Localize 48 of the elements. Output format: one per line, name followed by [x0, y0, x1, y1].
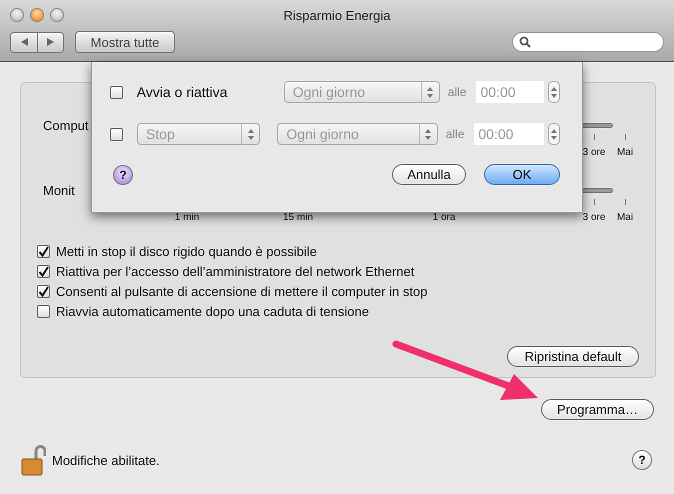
checkbox[interactable] [37, 245, 50, 258]
time-stepper[interactable] [548, 123, 560, 145]
option-label: Riattiva per l’accesso dell’amministratore del network Ethernet [56, 264, 414, 279]
window-title: Risparmio Energia [282, 8, 392, 22]
tick-label: Mai [616, 212, 634, 223]
checkbox[interactable] [37, 305, 50, 318]
up-down-arrows-icon [427, 86, 434, 98]
slider-label: Comput [42, 118, 90, 133]
tick-label: 1 min [174, 212, 200, 223]
slider-label: Monit [42, 183, 76, 198]
checkmark-icon [38, 246, 49, 257]
at-label: alle [446, 127, 464, 141]
right-triangle-icon [47, 38, 54, 46]
checkmark-icon [38, 266, 49, 277]
time-stepper[interactable] [548, 81, 560, 103]
search-icon [519, 36, 531, 48]
tick-label: 3 ore [582, 212, 606, 223]
option-label: Riavvia automaticamente dopo una caduta di tensione [56, 304, 369, 319]
option-label: Consenti al pulsante di accensione di mettere il computer in stop [56, 284, 428, 299]
cancel-button[interactable]: Annulla [392, 164, 466, 185]
open-lock-icon[interactable] [20, 444, 46, 476]
checkmark-icon [38, 286, 49, 297]
up-down-arrows-icon [551, 86, 558, 98]
checkbox[interactable] [37, 285, 50, 298]
up-down-arrows-icon [425, 128, 432, 140]
lock-status-text: Modifiche abilitate. [52, 452, 160, 468]
tick-label: 15 min [283, 212, 313, 223]
schedule-label: Avvia o riattiva [136, 84, 228, 100]
forward-button[interactable] [37, 32, 63, 52]
at-label: alle [448, 85, 466, 99]
search-field[interactable] [512, 32, 664, 52]
up-down-arrows-icon [551, 128, 558, 140]
tick-label: 3 ore [582, 147, 606, 158]
help-button[interactable]: ? [632, 450, 652, 470]
left-triangle-icon [20, 38, 28, 46]
show-all-button[interactable]: Mostra tutte [75, 31, 175, 53]
help-button[interactable]: ? [113, 164, 133, 184]
back-button[interactable] [11, 32, 37, 52]
close-button[interactable] [10, 8, 24, 22]
up-down-arrows-icon [248, 128, 254, 140]
schedule-button[interactable]: Programma… [541, 399, 654, 420]
tick-label: Mai [616, 147, 634, 158]
ok-button[interactable]: OK [484, 164, 560, 185]
tick-label: 1 ora [432, 212, 456, 223]
zoom-button[interactable] [50, 8, 64, 22]
option-label: Metti in stop il disco rigido quando è possibile [56, 244, 317, 259]
checkbox[interactable] [37, 265, 50, 278]
restore-defaults-button[interactable]: Ripristina default [507, 346, 639, 367]
